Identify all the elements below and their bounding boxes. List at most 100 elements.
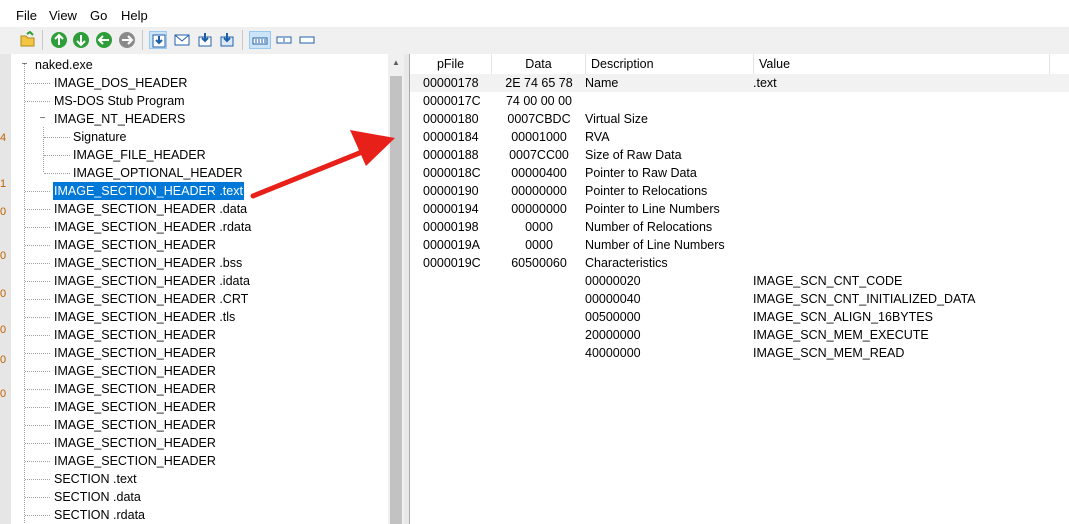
tree-item-label[interactable]: IMAGE_SECTION_HEADER: [53, 416, 217, 434]
column-header-data[interactable]: Data: [492, 54, 586, 74]
table-row[interactable]: 00000188 0007CC00 Size of Raw Data: [410, 146, 1069, 164]
tree-guide: [25, 299, 50, 300]
menu-go[interactable]: Go: [90, 8, 107, 23]
table-row[interactable]: 00000198 0000 Number of Relocations: [410, 218, 1069, 236]
cell-description: Pointer to Raw Data: [585, 166, 697, 180]
table-row[interactable]: 00000178 2E 74 65 78 Name .text: [410, 74, 1069, 92]
tree-item-label[interactable]: IMAGE_SECTION_HEADER: [53, 398, 217, 416]
cell-description: Virtual Size: [585, 112, 648, 126]
menu-file[interactable]: File: [16, 8, 37, 23]
cell-data: 00000000: [511, 202, 567, 216]
tree-scrollbar[interactable]: ▲: [388, 54, 404, 524]
tree-item-label[interactable]: Signature: [72, 128, 128, 146]
toolbar-separator: [142, 30, 143, 50]
open-icon[interactable]: [19, 31, 37, 49]
table-row[interactable]: 00000194 00000000 Pointer to Line Numbers: [410, 200, 1069, 218]
tree-item-label[interactable]: IMAGE_OPTIONAL_HEADER: [72, 164, 244, 182]
table-row[interactable]: 00000180 0007CBDC Virtual Size: [410, 110, 1069, 128]
cell-pfile: 0000017C: [423, 94, 481, 108]
view-2-icon[interactable]: [274, 31, 296, 49]
tree-item-label[interactable]: IMAGE_SECTION_HEADER: [53, 236, 217, 254]
cell-value: IMAGE_SCN_CNT_INITIALIZED_DATA: [753, 292, 976, 306]
cell-description: Number of Line Numbers: [585, 238, 725, 252]
collapse-icon[interactable]: −: [38, 114, 47, 124]
table-row[interactable]: 20000000 IMAGE_SCN_MEM_EXECUTE: [410, 326, 1069, 344]
tree-item-label[interactable]: IMAGE_SECTION_HEADER .data: [53, 200, 248, 218]
cell-description: 00500000: [585, 310, 641, 324]
strip-glyph: 0: [0, 206, 7, 218]
back-icon[interactable]: [50, 31, 68, 49]
column-header-value[interactable]: Value: [754, 54, 1050, 74]
cell-data: 74 00 00 00: [505, 94, 573, 108]
download-icon[interactable]: [196, 31, 214, 49]
tree-guide: [25, 263, 50, 264]
cell-description: 40000000: [585, 346, 641, 360]
tree-item-label[interactable]: naked.exe: [34, 56, 94, 74]
cell-data: 0000: [525, 238, 553, 252]
tree-item-label[interactable]: SECTION .rdata: [53, 506, 146, 524]
cell-description: 00000020: [585, 274, 641, 288]
menu-help[interactable]: Help: [121, 8, 148, 23]
cell-data: 0007CC00: [509, 148, 569, 162]
detail-grid[interactable]: pFile Data Description Value 00000178 2E …: [409, 54, 1069, 524]
tree-item-label[interactable]: IMAGE_DOS_HEADER: [53, 74, 188, 92]
tree-item-label[interactable]: IMAGE_SECTION_HEADER .CRT: [53, 290, 249, 308]
table-row[interactable]: 00000190 00000000 Pointer to Relocations: [410, 182, 1069, 200]
table-row[interactable]: 0000019A 0000 Number of Line Numbers: [410, 236, 1069, 254]
tree-item-label[interactable]: IMAGE_SECTION_HEADER: [53, 452, 217, 470]
view-1-icon[interactable]: [249, 31, 271, 49]
mail-icon[interactable]: [173, 31, 191, 49]
toolbar: [0, 27, 1069, 54]
strip-glyph: 0: [0, 388, 7, 400]
tree-item-label[interactable]: IMAGE_SECTION_HEADER .idata: [53, 272, 251, 290]
download-alt-icon[interactable]: [218, 31, 236, 49]
table-row[interactable]: 00000020 IMAGE_SCN_CNT_CODE: [410, 272, 1069, 290]
cell-pfile: 00000190: [423, 184, 479, 198]
tree-item-label[interactable]: IMAGE_SECTION_HEADER: [53, 380, 217, 398]
scroll-up-icon[interactable]: ▲: [392, 58, 400, 67]
next-icon[interactable]: [118, 31, 136, 49]
tree-item-label[interactable]: IMAGE_SECTION_HEADER .text: [52, 181, 245, 201]
tree-item-label[interactable]: SECTION .data: [53, 488, 142, 506]
column-header-description[interactable]: Description: [586, 54, 754, 74]
column-header-pfile[interactable]: pFile: [410, 54, 492, 74]
save-icon[interactable]: [149, 31, 167, 49]
cell-data: 00000000: [511, 184, 567, 198]
cell-description: Number of Relocations: [585, 220, 713, 234]
tree-item-label[interactable]: IMAGE_SECTION_HEADER: [53, 362, 217, 380]
cell-pfile: 00000188: [423, 148, 479, 162]
structure-tree[interactable]: − naked.exe IMAGE_DOS_HEADER MS-DOS Stub…: [11, 54, 388, 524]
table-row[interactable]: 0000019C 60500060 Characteristics: [410, 254, 1069, 272]
table-row[interactable]: 00500000 IMAGE_SCN_ALIGN_16BYTES: [410, 308, 1069, 326]
cell-data: 00001000: [511, 130, 567, 144]
tree-item-label[interactable]: IMAGE_SECTION_HEADER .tls: [53, 308, 236, 326]
scrollbar-thumb[interactable]: [390, 76, 402, 524]
forward-icon[interactable]: [72, 31, 90, 49]
menu-view[interactable]: View: [49, 8, 77, 23]
cell-description: Name: [585, 76, 619, 90]
tree-item-label[interactable]: IMAGE_SECTION_HEADER: [53, 434, 217, 452]
toolbar-separator: [42, 30, 43, 50]
table-row[interactable]: 0000017C 74 00 00 00: [410, 92, 1069, 110]
collapse-icon[interactable]: −: [20, 60, 29, 70]
table-row[interactable]: 0000018C 00000400 Pointer to Raw Data: [410, 164, 1069, 182]
tree-item-label[interactable]: IMAGE_SECTION_HEADER: [53, 344, 217, 362]
tree-guide: [43, 127, 44, 172]
tree-item-label[interactable]: MS-DOS Stub Program: [53, 92, 186, 110]
cell-description: 00000040: [585, 292, 641, 306]
table-row[interactable]: 40000000 IMAGE_SCN_MEM_READ: [410, 344, 1069, 362]
cell-pfile: 00000198: [423, 220, 479, 234]
tree-item-label[interactable]: IMAGE_SECTION_HEADER: [53, 326, 217, 344]
table-row[interactable]: 00000184 00001000 RVA: [410, 128, 1069, 146]
tree-item-label[interactable]: SECTION .text: [53, 470, 138, 488]
tree-item-label[interactable]: IMAGE_NT_HEADERS: [53, 110, 186, 128]
tree-item-label[interactable]: IMAGE_SECTION_HEADER .bss: [53, 254, 243, 272]
table-row[interactable]: 00000040 IMAGE_SCN_CNT_INITIALIZED_DATA: [410, 290, 1069, 308]
cell-description: Size of Raw Data: [585, 148, 682, 162]
tree-item-label[interactable]: IMAGE_SECTION_HEADER .rdata: [53, 218, 252, 236]
up-icon[interactable]: [95, 31, 113, 49]
tree-item-label[interactable]: IMAGE_FILE_HEADER: [72, 146, 207, 164]
tree-guide: [25, 83, 50, 84]
view-3-icon[interactable]: [297, 31, 319, 49]
tree-guide: [25, 191, 50, 192]
